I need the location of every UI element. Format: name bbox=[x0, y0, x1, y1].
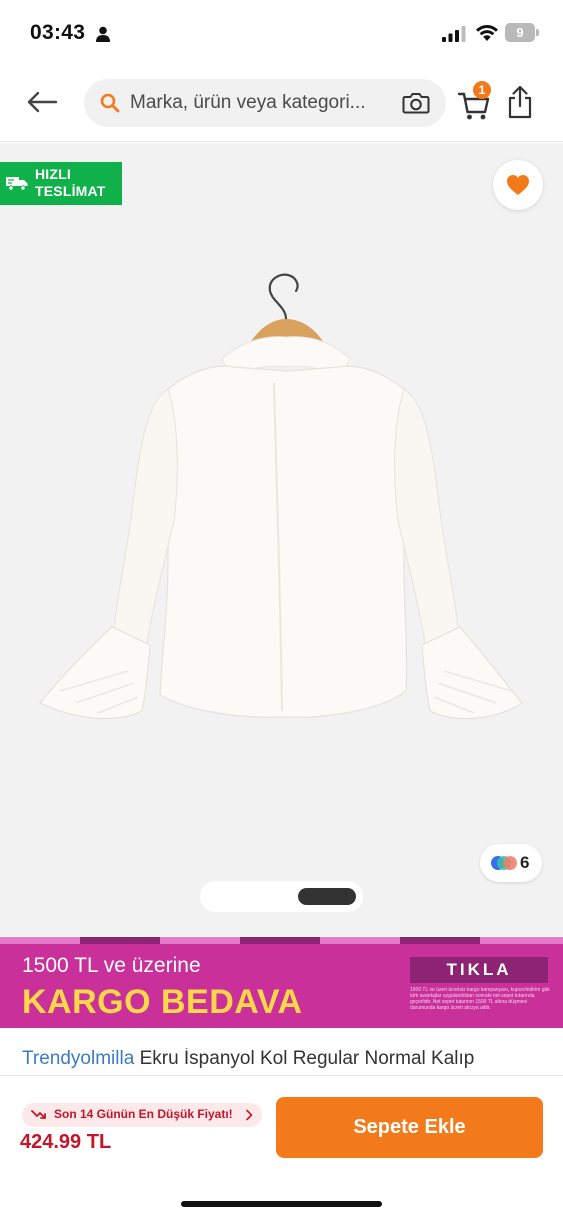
search-bar[interactable] bbox=[84, 79, 446, 127]
camera-search-icon[interactable] bbox=[402, 91, 430, 115]
pager-dot-1[interactable] bbox=[204, 888, 288, 905]
truck-icon bbox=[6, 177, 28, 191]
lowest-price-badge[interactable]: Son 14 Günün En Düşük Fiyatı! bbox=[22, 1103, 262, 1127]
lowest-price-label: Son 14 Günün En Düşük Fiyatı! bbox=[54, 1107, 233, 1121]
product-name: Ekru İspanyol Kol Regular Normal Kalıp bbox=[139, 1048, 475, 1069]
chevron-right-icon bbox=[246, 1109, 253, 1121]
home-indicator[interactable] bbox=[181, 1201, 382, 1207]
cellular-signal-icon bbox=[442, 26, 466, 42]
battery-level: 9 bbox=[516, 25, 524, 40]
brand-link[interactable]: Trendyolmilla bbox=[22, 1048, 134, 1069]
trend-down-icon bbox=[31, 1110, 46, 1119]
fast-delivery-line2: TESLİMAT bbox=[35, 183, 106, 199]
product-price: 424.99 TL bbox=[20, 1131, 112, 1153]
battery-indicator: 9 bbox=[505, 23, 539, 42]
fast-delivery-line1: HIZLI bbox=[35, 166, 71, 182]
promo-fineprint: 1500 TL ve üzeri ücretsiz kargo kampanya… bbox=[410, 987, 550, 1011]
product-image-gallery[interactable]: HIZLI TESLİMAT 6 bbox=[0, 143, 563, 936]
search-input[interactable] bbox=[130, 79, 398, 127]
color-palette-icon bbox=[491, 856, 517, 870]
promo-line1: 1500 TL ve üzerine bbox=[22, 954, 201, 977]
app-header: 1 bbox=[0, 66, 563, 142]
status-bar: 03:43 9 bbox=[0, 0, 563, 66]
back-button[interactable] bbox=[22, 84, 62, 120]
heart-icon bbox=[507, 175, 529, 195]
wifi-icon bbox=[476, 25, 498, 41]
color-variant-count: 6 bbox=[520, 853, 530, 872]
share-icon[interactable] bbox=[506, 84, 534, 120]
fast-delivery-badge: HIZLI TESLİMAT bbox=[0, 162, 122, 205]
promo-stripes-decoration bbox=[0, 937, 563, 944]
image-pager[interactable] bbox=[200, 881, 363, 912]
back-arrow-icon bbox=[27, 91, 58, 113]
pager-dot-2-active[interactable] bbox=[298, 888, 356, 905]
product-title: Trendyolmilla Ekru İspanyol Kol Regular … bbox=[22, 1048, 552, 1070]
person-icon bbox=[96, 26, 110, 42]
promo-cta-button[interactable]: TIKLA bbox=[410, 957, 548, 983]
product-photo bbox=[39, 273, 523, 719]
favorite-button[interactable] bbox=[493, 160, 543, 210]
search-icon bbox=[100, 93, 120, 113]
bottom-purchase-bar: Son 14 Günün En Düşük Fiyatı! 424.99 TL … bbox=[0, 1075, 563, 1218]
free-shipping-promo-banner[interactable]: 1500 TL ve üzerine KARGO BEDAVA TIKLA 15… bbox=[0, 937, 563, 1028]
color-variants-button[interactable]: 6 bbox=[480, 844, 542, 882]
status-time: 03:43 bbox=[30, 21, 86, 44]
add-to-cart-button[interactable]: Sepete Ekle bbox=[276, 1097, 543, 1158]
promo-line2: KARGO BEDAVA bbox=[22, 983, 303, 1021]
cart-count-badge: 1 bbox=[473, 81, 491, 99]
